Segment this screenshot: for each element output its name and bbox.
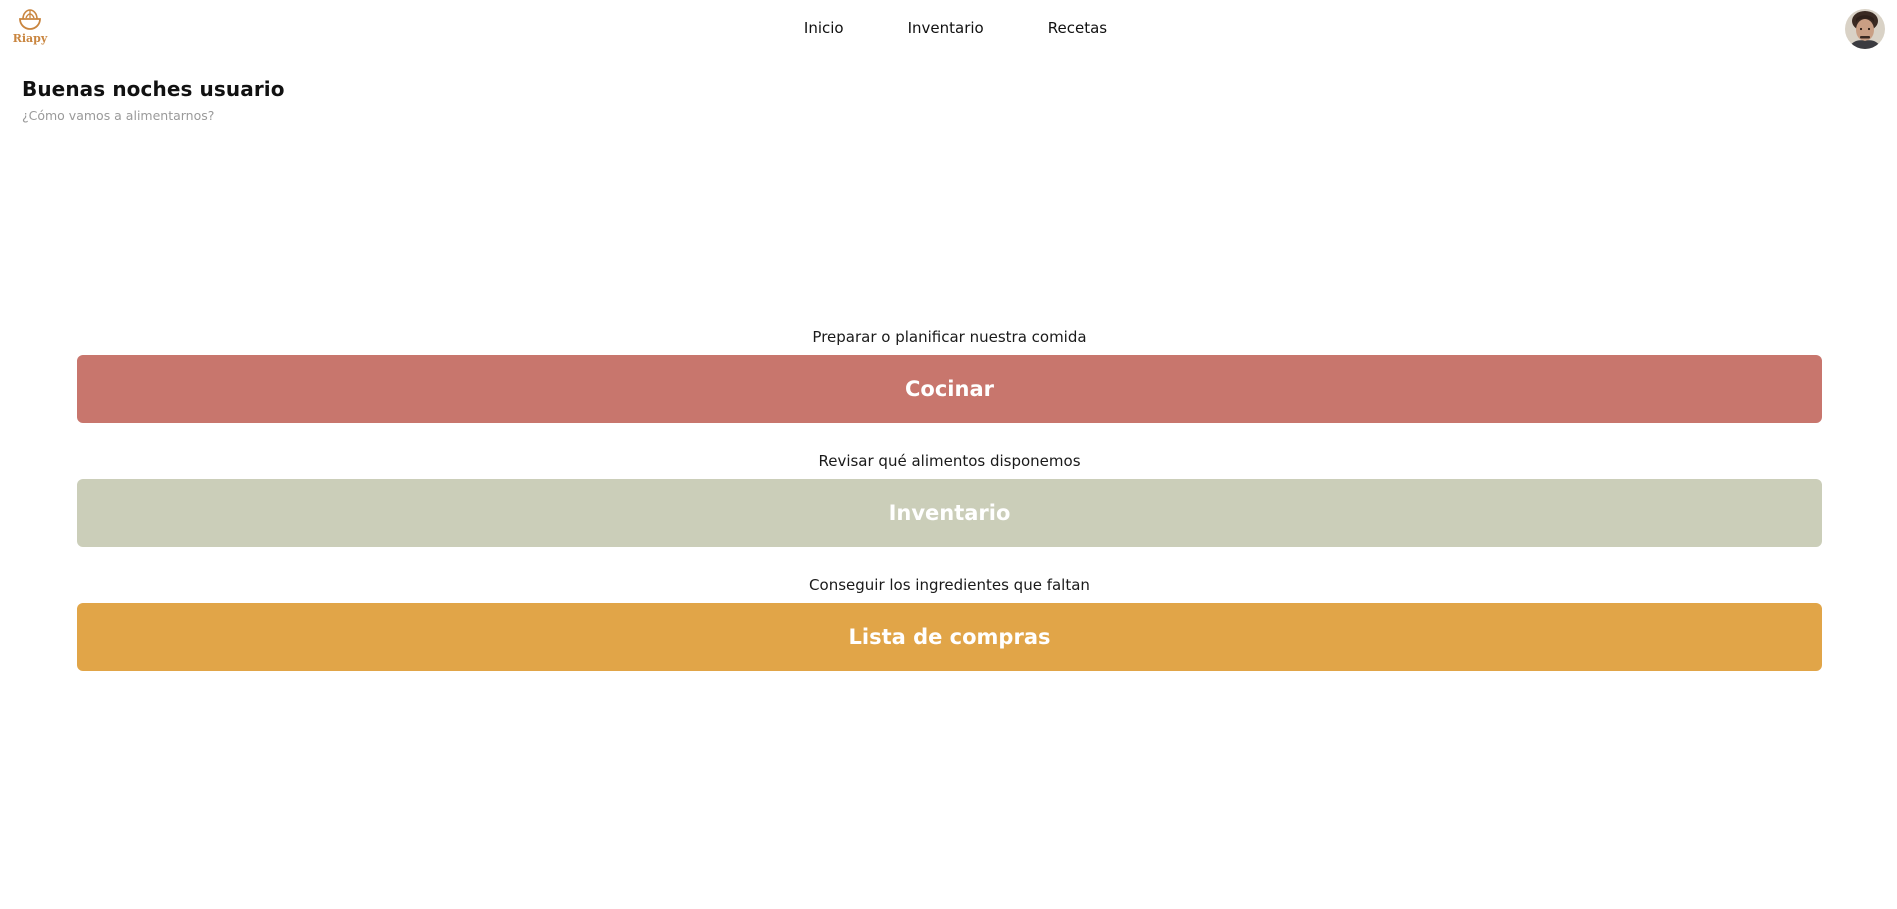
action-description: Revisar qué alimentos disponemos <box>818 452 1081 470</box>
nav-item-inicio[interactable]: Inicio <box>804 18 844 38</box>
page-title: Buenas noches usuario <box>22 77 285 101</box>
nav-item-inventario[interactable]: Inventario <box>908 18 984 38</box>
cocinar-button[interactable]: Cocinar <box>77 355 1822 423</box>
action-block-cocinar: Preparar o planificar nuestra comida Coc… <box>77 327 1822 423</box>
page-subtitle: ¿Cómo vamos a alimentarnos? <box>22 108 215 123</box>
action-description: Preparar o planificar nuestra comida <box>812 328 1087 346</box>
action-block-inventario: Revisar qué alimentos disponemos Inventa… <box>77 451 1822 547</box>
action-block-lista-compras: Conseguir los ingredientes que faltan Li… <box>77 575 1822 671</box>
inventario-button[interactable]: Inventario <box>77 479 1822 547</box>
main-nav: Inicio Inventario Recetas <box>0 18 1897 38</box>
user-avatar-icon <box>1845 9 1885 49</box>
lista-de-compras-button[interactable]: Lista de compras <box>77 603 1822 671</box>
action-description: Conseguir los ingredientes que faltan <box>809 576 1090 594</box>
home-page: Riapy Inicio Inventario Recetas Buenas n… <box>0 0 1897 909</box>
avatar[interactable] <box>1845 9 1885 49</box>
actions-list: Preparar o planificar nuestra comida Coc… <box>77 327 1822 699</box>
nav-item-recetas[interactable]: Recetas <box>1048 18 1107 38</box>
